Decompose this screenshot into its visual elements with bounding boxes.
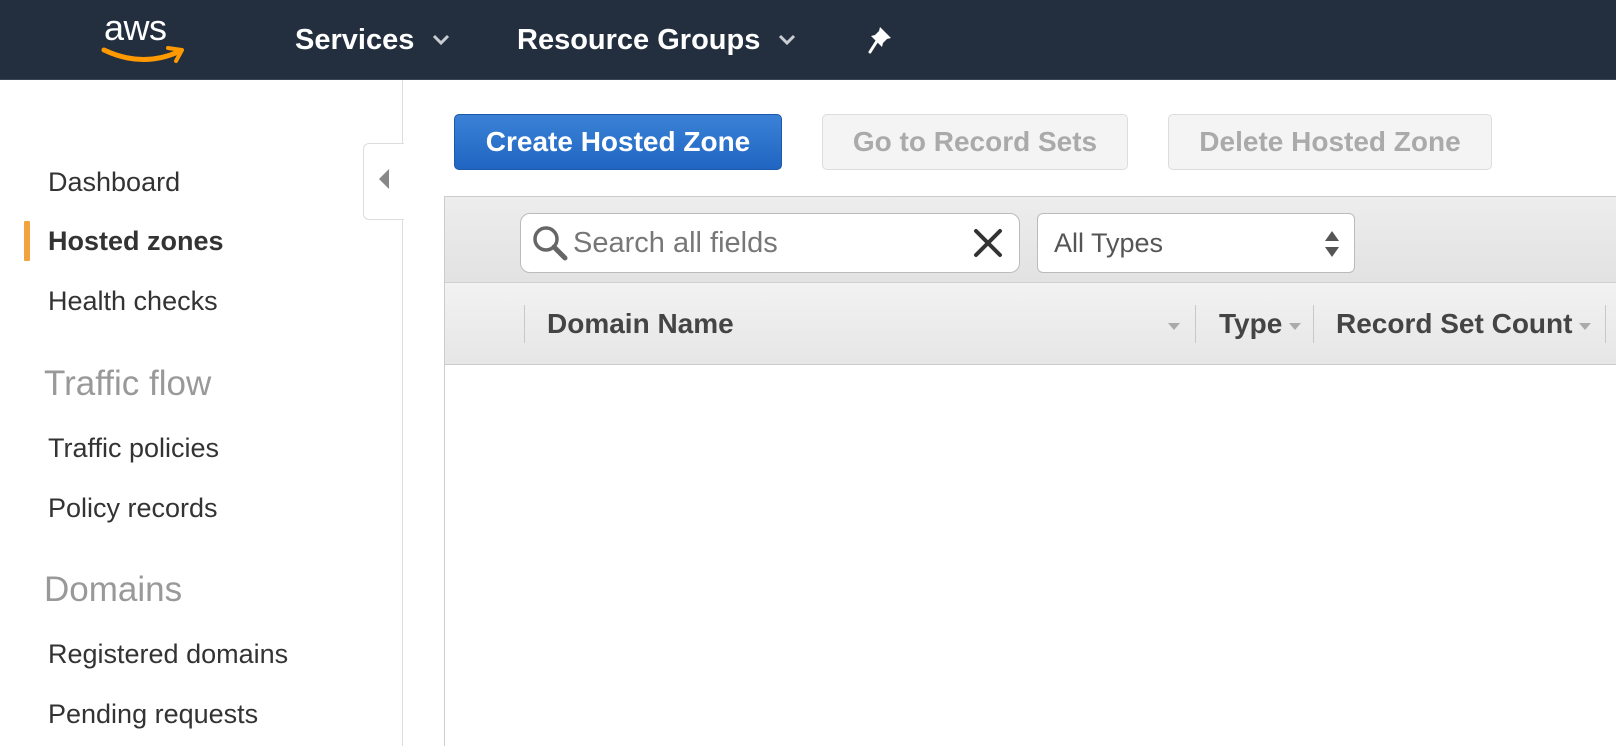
column-header-label: Type bbox=[1219, 308, 1283, 339]
services-menu-label: Services bbox=[295, 23, 415, 56]
type-filter-selected: All Types bbox=[1054, 228, 1164, 258]
sidebar-item-policy-records[interactable]: Policy records bbox=[48, 492, 218, 524]
search-box bbox=[520, 213, 1020, 273]
resource-groups-menu[interactable]: Resource Groups bbox=[517, 0, 796, 80]
sidebar-item-pending-requests[interactable]: Pending requests bbox=[48, 698, 258, 730]
sidebar-item-traffic-policies[interactable]: Traffic policies bbox=[48, 432, 219, 464]
table-body bbox=[445, 365, 1616, 746]
resource-groups-menu-label: Resource Groups bbox=[517, 23, 761, 56]
sidebar-heading-domains: Domains bbox=[44, 570, 183, 609]
column-divider bbox=[1605, 305, 1606, 343]
column-header-domain-name[interactable]: Domain Name bbox=[547, 283, 1157, 365]
active-indicator bbox=[24, 221, 30, 261]
services-menu[interactable]: Services bbox=[295, 0, 450, 80]
sort-caret-down-icon[interactable] bbox=[1288, 318, 1302, 330]
pin-icon[interactable] bbox=[868, 24, 898, 54]
sort-caret-down-icon[interactable] bbox=[1578, 318, 1592, 330]
hosted-zones-panel: All Types Domain Name Type Record Set bbox=[444, 196, 1616, 746]
column-header-label: Record Set Count bbox=[1336, 308, 1573, 339]
column-header-record-set-count[interactable]: Record Set Count bbox=[1336, 283, 1586, 365]
sidebar-item-health-checks[interactable]: Health checks bbox=[48, 285, 218, 317]
create-hosted-zone-button[interactable]: Create Hosted Zone bbox=[454, 114, 782, 170]
column-divider bbox=[1313, 305, 1314, 343]
filter-bar: All Types bbox=[445, 197, 1616, 283]
aws-logo[interactable]: aws bbox=[100, 10, 190, 70]
sidebar: Dashboard Hosted zones Health checks Tra… bbox=[0, 80, 403, 746]
top-navigation-bar: aws Services Resource Groups bbox=[0, 0, 1616, 80]
table-header: Domain Name Type Record Set Count bbox=[445, 283, 1616, 365]
aws-logo-text: aws bbox=[104, 7, 167, 48]
search-icon bbox=[531, 224, 569, 262]
sort-caret-down-icon[interactable] bbox=[1167, 318, 1181, 330]
column-header-label: Domain Name bbox=[547, 308, 734, 339]
chevron-down-icon bbox=[432, 34, 450, 46]
search-input[interactable] bbox=[573, 222, 963, 264]
up-down-arrows-icon bbox=[1324, 230, 1340, 258]
column-divider bbox=[524, 305, 525, 343]
sidebar-item-dashboard[interactable]: Dashboard bbox=[48, 166, 180, 198]
sidebar-heading-traffic-flow: Traffic flow bbox=[44, 364, 212, 403]
chevron-down-icon bbox=[778, 34, 796, 46]
aws-smile-icon bbox=[101, 46, 184, 63]
column-divider bbox=[1195, 305, 1196, 343]
type-filter-select[interactable]: All Types bbox=[1037, 213, 1355, 273]
sidebar-collapse-button[interactable] bbox=[363, 143, 404, 220]
sidebar-item-hosted-zones[interactable]: Hosted zones bbox=[48, 225, 224, 257]
delete-hosted-zone-button[interactable]: Delete Hosted Zone bbox=[1168, 114, 1492, 170]
caret-left-icon bbox=[377, 168, 391, 195]
go-to-record-sets-button[interactable]: Go to Record Sets bbox=[822, 114, 1128, 170]
sidebar-item-registered-domains[interactable]: Registered domains bbox=[48, 638, 288, 670]
close-icon[interactable] bbox=[971, 226, 1005, 260]
